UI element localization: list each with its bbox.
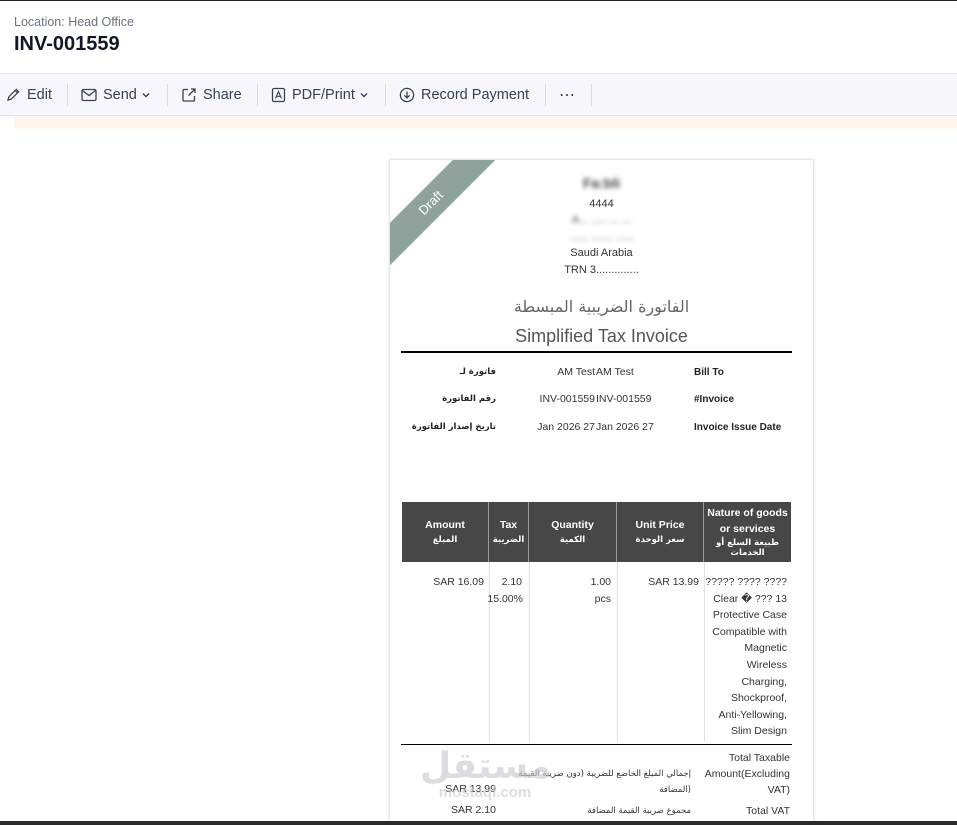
invoice-title-arabic: الفاتورة الضريبية المبسطة <box>513 297 690 316</box>
toolbar-divider <box>257 84 258 106</box>
send-label: Send <box>103 86 137 103</box>
pencil-icon <box>6 88 20 102</box>
location-label: Location: Head Office <box>14 15 134 29</box>
bill-to-value: AM Test <box>557 366 595 378</box>
share-icon <box>182 87 196 102</box>
edit-button[interactable]: Edit <box>6 74 52 115</box>
invoice-title: Simplified Tax Invoice <box>515 326 688 346</box>
invoice-number-value: INV-001559 <box>596 393 652 405</box>
total-vat-label: Total VAT <box>746 805 790 817</box>
share-button[interactable]: Share <box>181 74 242 115</box>
row-description: ????? ???? ???? Clear � ??? 13 Protectiv… <box>705 576 787 738</box>
send-button[interactable]: Send <box>81 74 151 115</box>
bill-to-value: AM Test <box>596 366 634 378</box>
page-header: Location: Head Office INV-001559 <box>0 1 957 73</box>
column-header-description: Nature of goods or services طبيعة السلع … <box>707 506 788 558</box>
chevron-down-icon <box>360 92 368 97</box>
row-tax-rate: 15.00% <box>487 593 523 605</box>
page-title: INV-001559 <box>14 33 120 55</box>
column-header-unit-price: Unit Price سعر الوحدة <box>617 502 704 562</box>
more-icon: ⋯ <box>559 86 576 104</box>
column-divider <box>529 562 530 742</box>
download-circle-icon <box>399 87 415 102</box>
chevron-down-icon <box>142 92 150 97</box>
total-vat-value: SAR 2.10 <box>451 804 496 816</box>
toolbar-divider <box>591 84 592 106</box>
invoice-number-label-arabic: رقم الفاتورة <box>442 394 496 404</box>
company-trn: TRN 3.............. <box>564 264 639 276</box>
bill-to-label: Bill To <box>694 367 724 378</box>
more-options-button[interactable]: ⋯ <box>559 74 576 115</box>
toolbar-divider <box>545 84 546 106</box>
company-address: A... ..... ... ... <box>571 214 632 226</box>
row-quantity: 1.00 <box>590 576 611 588</box>
pdf-icon <box>271 87 286 102</box>
pdf-print-button[interactable]: PDF/Print <box>271 74 369 115</box>
action-toolbar: Edit Send Share PDF/Print Record Payment… <box>0 73 957 116</box>
row-amount: SAR 16.09 <box>433 576 484 588</box>
notice-banner <box>14 116 957 129</box>
toolbar-divider <box>67 84 68 106</box>
toolbar-divider <box>167 84 168 106</box>
column-header-quantity: Quantity الكمية <box>529 502 617 562</box>
record-payment-label: Record Payment <box>421 86 529 103</box>
invoice-number-value: INV-001559 <box>539 393 595 405</box>
row-unit: pcs <box>594 593 611 605</box>
totals-divider <box>401 744 792 745</box>
title-divider <box>401 351 792 353</box>
company-line: 4444 <box>589 198 614 210</box>
issue-date-label-arabic: تاريخ إصدار الفاتورة <box>411 422 496 432</box>
share-label: Share <box>203 86 242 103</box>
toolbar-divider <box>385 84 386 106</box>
issue-date-value: Jan 2026 27 <box>537 421 595 433</box>
company-address: ...... ....... ...... <box>569 231 634 243</box>
edit-label: Edit <box>27 86 52 103</box>
issue-date-label: Invoice Issue Date <box>694 422 782 433</box>
row-unit-price: SAR 13.99 <box>648 576 699 588</box>
company-name: Fa:bli <box>582 175 621 191</box>
record-payment-button[interactable]: Record Payment <box>399 74 529 115</box>
total-taxable-label: Total Taxable Amount(Excluding VAT) <box>704 752 790 796</box>
column-header-tax: Tax الضريبة <box>489 502 529 562</box>
mail-icon <box>81 88 97 101</box>
items-table-header: Amount المبلغ Tax الضريبة Quantity الكمي… <box>402 502 791 562</box>
column-header-amount: Amount المبلغ <box>402 502 489 562</box>
bill-to-label-arabic: فاتورة لـ <box>459 367 496 377</box>
pdf-print-label: PDF/Print <box>292 86 355 103</box>
row-tax-amount: 2.10 <box>501 576 522 588</box>
column-divider <box>617 562 618 742</box>
invoice-number-label: #Invoice <box>694 394 735 405</box>
total-taxable-value: SAR 13.99 <box>445 783 496 795</box>
bottom-border <box>0 821 957 825</box>
issue-date-value: Jan 2026 27 <box>596 421 654 433</box>
invoice-preview: Draft Fa:bli 4444 A... ..... ... ... ...… <box>390 160 813 825</box>
company-country: Saudi Arabia <box>570 247 633 259</box>
